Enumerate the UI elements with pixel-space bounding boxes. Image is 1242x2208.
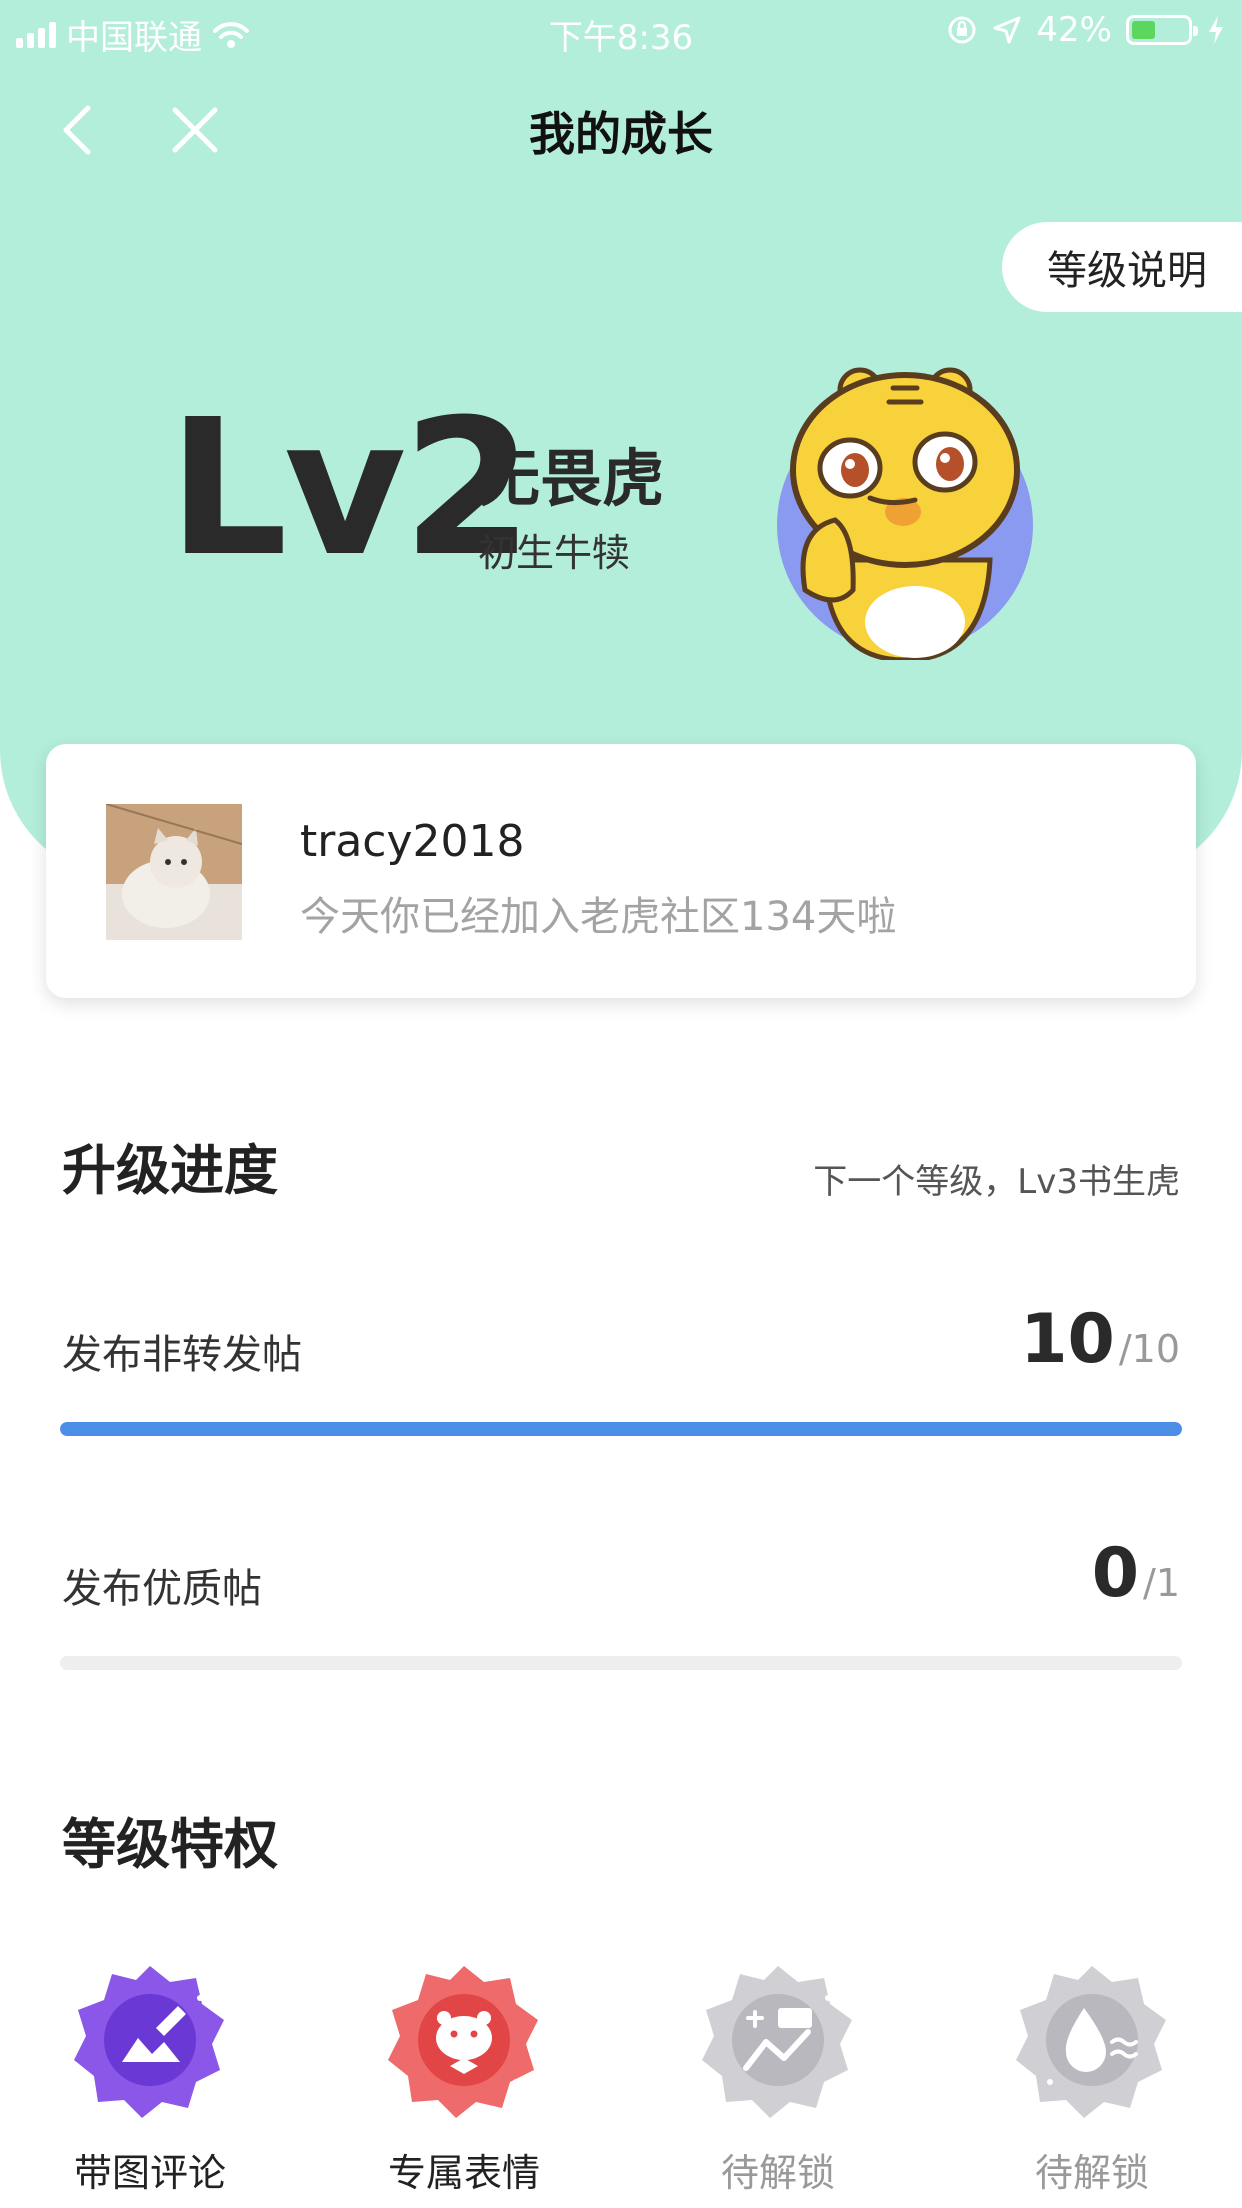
username: tracy2018 <box>300 816 525 867</box>
next-level-text: 下一个等级，Lv3书生虎 <box>813 1162 1180 1202</box>
image-comment-badge-icon <box>74 1966 224 2118</box>
task-current: 10 <box>1020 1300 1115 1379</box>
location-icon <box>993 16 1021 44</box>
task-current: 0 <box>1091 1534 1140 1613</box>
level-description-button[interactable]: 等级说明 <box>1002 222 1242 312</box>
privilege-item[interactable]: 带图评论 <box>0 1962 300 2197</box>
privilege-label: 带图评论 <box>73 2151 226 2195</box>
battery-level <box>1132 21 1155 39</box>
task-total: /1 <box>1143 1561 1180 1605</box>
task-total: /10 <box>1118 1327 1180 1371</box>
privilege-item[interactable]: 待解锁 <box>942 1962 1242 2197</box>
status-bar: 中国联通 下午8:36 42% <box>0 0 1242 62</box>
privilege-label: 待解锁 <box>1034 2151 1149 2195</box>
tiger-mascot-icon <box>777 367 1033 660</box>
task-progress-bar <box>60 1422 1182 1436</box>
nav-bar: 我的成长 <box>0 90 1242 170</box>
task-count: 0/1 <box>1092 1534 1180 1613</box>
task-progress-fill <box>60 1422 1182 1436</box>
battery-percent: 42% <box>1036 10 1112 50</box>
level-code: Lv2 <box>168 379 533 598</box>
task-label: 发布优质帖 <box>62 1566 262 1612</box>
privilege-label: 待解锁 <box>720 2151 835 2195</box>
orientation-lock-icon <box>948 16 976 44</box>
charging-icon <box>1209 16 1223 44</box>
status-right: 42% <box>946 10 1226 50</box>
privileges-section-title: 等级特权 <box>62 1813 278 1876</box>
privilege-item[interactable]: 待解锁 <box>628 1962 928 2197</box>
water-drop-badge-icon <box>1016 1966 1166 2118</box>
page-title: 我的成长 <box>529 107 713 161</box>
progress-section-title: 升级进度 <box>62 1139 278 1202</box>
privilege-item[interactable]: 专属表情 <box>314 1962 614 2197</box>
level-name: 无畏虎 <box>478 442 665 515</box>
join-days-text: 今天你已经加入老虎社区134天啦 <box>300 894 897 940</box>
avatar[interactable] <box>106 804 242 940</box>
user-card: tracy2018 今天你已经加入老虎社区134天啦 <box>46 744 1196 998</box>
chart-comment-badge-icon <box>702 1966 852 2118</box>
battery-icon <box>1126 15 1198 45</box>
task-progress-bar <box>60 1656 1182 1670</box>
level-subtitle: 初生牛犊 <box>478 531 631 575</box>
exclusive-emoji-badge-icon <box>388 1966 538 2118</box>
task-count: 10/10 <box>1020 1300 1180 1379</box>
task-label: 发布非转发帖 <box>62 1332 302 1378</box>
privilege-label: 专属表情 <box>387 2151 540 2195</box>
